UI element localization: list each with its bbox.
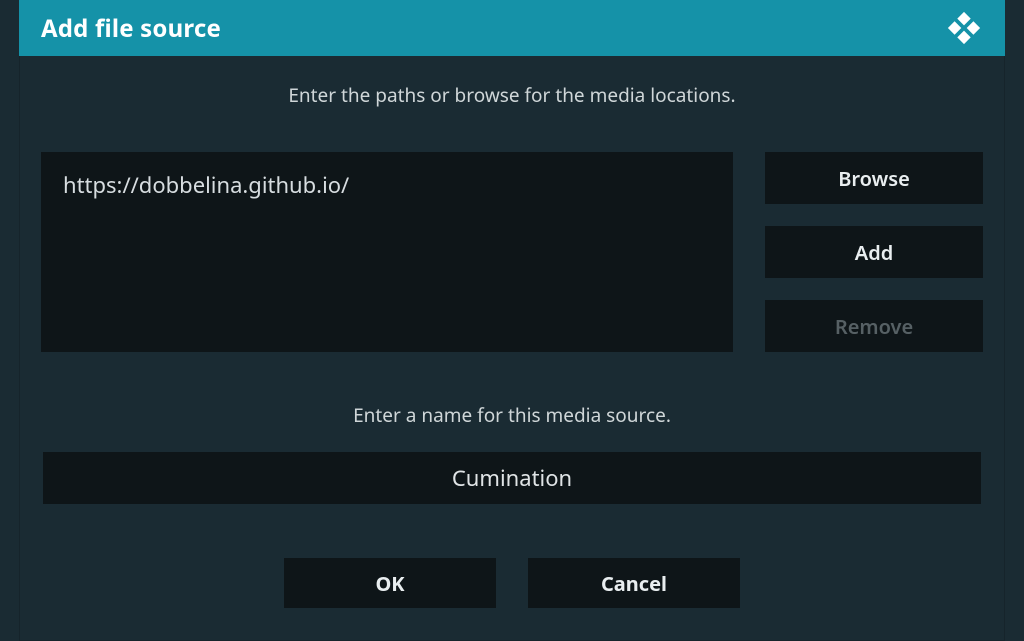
remove-button: Remove xyxy=(765,300,983,352)
dialog-title: Add file source xyxy=(41,12,221,45)
paths-row: https://dobbelina.github.io/ Browse Add … xyxy=(41,152,983,352)
add-button[interactable]: Add xyxy=(765,226,983,278)
name-instruction: Enter a name for this media source. xyxy=(41,402,983,428)
paths-list[interactable]: https://dobbelina.github.io/ xyxy=(41,152,733,352)
paths-instruction: Enter the paths or browse for the media … xyxy=(41,82,983,108)
browse-button[interactable]: Browse xyxy=(765,152,983,204)
footer-buttons: OK Cancel xyxy=(41,558,983,608)
dialog-body: Enter the paths or browse for the media … xyxy=(19,56,1005,608)
add-file-source-dialog: Add file source Enter the paths or brows… xyxy=(19,0,1005,641)
ok-button[interactable]: OK xyxy=(284,558,496,608)
kodi-logo-icon xyxy=(945,9,983,47)
cancel-button[interactable]: Cancel xyxy=(528,558,740,608)
source-name-input[interactable]: Cumination xyxy=(43,452,981,504)
titlebar: Add file source xyxy=(19,0,1005,56)
side-buttons: Browse Add Remove xyxy=(765,152,983,352)
path-entry[interactable]: https://dobbelina.github.io/ xyxy=(63,170,711,200)
